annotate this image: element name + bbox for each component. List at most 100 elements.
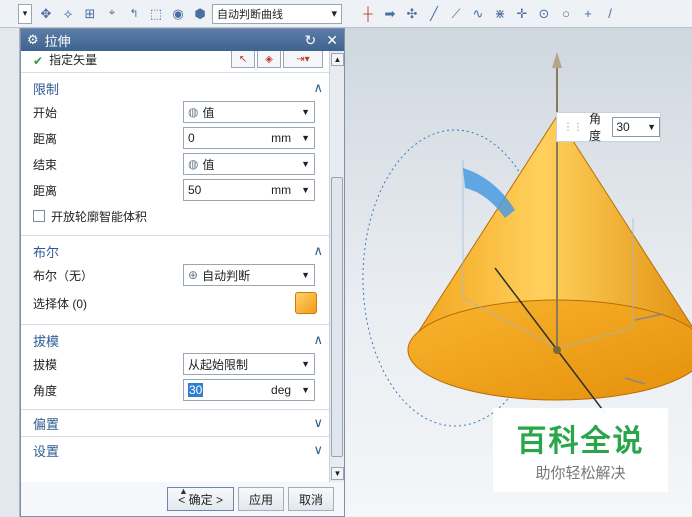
extrude-dialog: ⚙ 拉伸 ↻ ✕ ✔ 指定矢量 ↖ ◈ ⇥▾ 限制 ∧ 开始 ◍ 值 ▼ 距离 …	[20, 28, 345, 517]
chevron-down-icon[interactable]: ▼	[301, 133, 310, 143]
boolean-header[interactable]: 布尔 ∧	[33, 240, 323, 262]
box-select-icon[interactable]: ⬚	[148, 6, 164, 22]
boolean-label: 布尔（无）	[33, 268, 94, 283]
angle-input[interactable]: 30 deg ▼	[183, 379, 315, 401]
body-icon[interactable]: ◉	[170, 6, 186, 22]
end-distance-input[interactable]: 50 mm ▼	[183, 179, 315, 201]
draft-title: 拔模	[33, 333, 60, 349]
angle-label: 角度	[33, 383, 58, 398]
chevron-down-icon: ▼	[301, 270, 310, 280]
scroll-thumb[interactable]	[331, 177, 343, 457]
reset-icon[interactable]: ↻	[305, 32, 317, 49]
drag-grip-icon[interactable]: ⋮⋮	[563, 122, 583, 133]
watermark-main: 百科全说	[516, 425, 645, 458]
circle-icon[interactable]: ○	[558, 6, 574, 22]
slash-icon[interactable]: /	[602, 6, 618, 22]
settings-section: 设置 ∨	[21, 437, 331, 467]
draft-select[interactable]: 从起始限制 ▼	[183, 353, 315, 375]
start-distance-input[interactable]: 0 mm ▼	[183, 127, 315, 149]
select-body-label: 选择体 (0)	[33, 296, 88, 311]
vector-row: ✔ 指定矢量 ↖ ◈ ⇥▾	[21, 51, 331, 73]
scroll-down-icon[interactable]: ▼	[331, 467, 344, 480]
end-value: 值	[202, 157, 215, 172]
vector-arrow-icon[interactable]	[552, 52, 562, 68]
line-icon[interactable]: ╱	[426, 6, 442, 22]
intersect-icon[interactable]: ⋇	[492, 6, 508, 22]
angle-onscreen-input[interactable]: ⋮⋮ 角度 30 ▼	[556, 112, 661, 143]
center-icon[interactable]: ⊙	[536, 6, 552, 22]
origin-handle[interactable]	[553, 346, 561, 354]
open-profile-checkbox[interactable]	[33, 210, 45, 222]
dialog-scrollbar[interactable]: ▲ ▼	[329, 51, 344, 484]
chevron-down-icon[interactable]: ▼	[301, 385, 310, 395]
end-label: 结束	[33, 157, 58, 172]
offset-header[interactable]: 偏置 ∨	[33, 412, 323, 434]
solid-icon[interactable]: ⬢	[192, 6, 208, 22]
cancel-button[interactable]: 取消	[287, 487, 334, 511]
grid-icon[interactable]: ⊞	[82, 6, 98, 22]
angle-popup-label: 角度	[589, 112, 602, 143]
value-icon: ◍	[188, 105, 199, 119]
value-icon: ◍	[188, 157, 199, 171]
collapse-icon: ∧	[313, 80, 323, 95]
pick-point-icon[interactable]: ⌖	[104, 6, 120, 22]
curve-rule-value: 自动判断曲线	[217, 8, 283, 21]
curve-rule-select[interactable]: 自动判断曲线	[212, 3, 342, 24]
collapse-footer-icon[interactable]: ▲	[179, 486, 188, 496]
chevron-down-icon[interactable]: ▼	[647, 122, 656, 132]
reverse-direction-icon[interactable]: ↖	[231, 51, 255, 68]
boolean-select[interactable]: ⊕ 自动判断 ▼	[183, 264, 315, 286]
limits-section: 限制 ∧ 开始 ◍ 值 ▼ 距离 0 mm ▼ 结束 ◍ 值 ▼ 距离 50 m…	[21, 73, 331, 236]
settings-header[interactable]: 设置 ∨	[33, 439, 323, 461]
apply-button[interactable]: 应用	[237, 487, 284, 511]
expand-icon: ∨	[313, 415, 323, 430]
boolean-title: 布尔	[33, 244, 60, 260]
start-value: 值	[202, 105, 215, 120]
curve-icon[interactable]: ∿	[470, 6, 486, 22]
scroll-up-icon[interactable]: ▲	[331, 53, 344, 66]
endpoint-icon[interactable]: ┼	[360, 6, 376, 22]
arrow-icon[interactable]: ➡	[382, 6, 398, 22]
dialog-scroll-area: ✔ 指定矢量 ↖ ◈ ⇥▾ 限制 ∧ 开始 ◍ 值 ▼ 距离 0 mm ▼ 结束…	[21, 51, 331, 484]
vector-label: 指定矢量	[49, 53, 98, 67]
auto-infer-icon: ⊕	[188, 268, 199, 282]
limits-title: 限制	[33, 81, 60, 97]
dialog-title-bar[interactable]: ⚙ 拉伸 ↻ ✕	[21, 29, 344, 51]
ok-button[interactable]: < 确定 >	[167, 487, 234, 511]
line-tangent-icon[interactable]: ⟋	[448, 6, 464, 22]
chevron-down-icon: ▼	[301, 159, 310, 169]
start-distance-label: 距离	[33, 131, 58, 146]
vector-dialog-icon[interactable]: ◈	[257, 51, 281, 68]
boolean-section: 布尔 ∧ 布尔（无） ⊕ 自动判断 ▼ 选择体 (0)	[21, 236, 331, 325]
end-select[interactable]: ◍ 值 ▼	[183, 153, 315, 175]
start-select[interactable]: ◍ 值 ▼	[183, 101, 315, 123]
midpoint-icon[interactable]: ✣	[404, 6, 420, 22]
close-icon[interactable]: ✕	[326, 32, 338, 49]
top-toolbar: ▾ ✥ ⟡ ⊞ ⌖ ↰ ⬚ ◉ ⬢ 自动判断曲线 ┼ ➡ ✣ ╱ ⟋ ∿ ⋇ ✛…	[0, 0, 692, 28]
select-filter-icon[interactable]: ⟡	[60, 6, 76, 22]
angle-unit: deg	[271, 383, 292, 397]
expand-icon: ∨	[313, 442, 323, 457]
dialog-title: 拉伸	[44, 33, 71, 49]
limits-header[interactable]: 限制 ∧	[33, 77, 323, 99]
chevron-down-icon[interactable]: ▼	[301, 185, 310, 195]
vector-type-icon[interactable]: ⇥▾	[283, 51, 323, 68]
snap-icon[interactable]: ✥	[38, 6, 54, 22]
pick-face-icon[interactable]: ↰	[126, 6, 142, 22]
draft-header[interactable]: 拔模 ∧	[33, 329, 323, 351]
draft-section: 拔模 ∧ 拔模 从起始限制 ▼ 角度 30 deg ▼	[21, 325, 331, 410]
plus-icon[interactable]: +	[580, 6, 596, 22]
end-distance-row: 距离 50 mm ▼	[33, 177, 323, 203]
toolbar-dropdown[interactable]: ▾	[18, 3, 32, 24]
draft-row: 拔模 从起始限制 ▼	[33, 351, 323, 377]
quadrant-icon[interactable]: ✛	[514, 6, 530, 22]
boolean-value: 自动判断	[202, 268, 251, 283]
watermark-sub: 助你轻松解决	[535, 465, 626, 482]
open-profile-row: 开放轮廓智能体积	[33, 203, 323, 229]
chevron-down-icon: ▼	[301, 359, 310, 369]
draft-value: 从起始限制	[188, 357, 249, 372]
resource-bar[interactable]	[0, 28, 20, 517]
angle-popup-field[interactable]: 30 ▼	[612, 117, 660, 137]
angle-row: 角度 30 deg ▼	[33, 377, 323, 403]
select-body-cube-icon[interactable]	[295, 292, 317, 314]
